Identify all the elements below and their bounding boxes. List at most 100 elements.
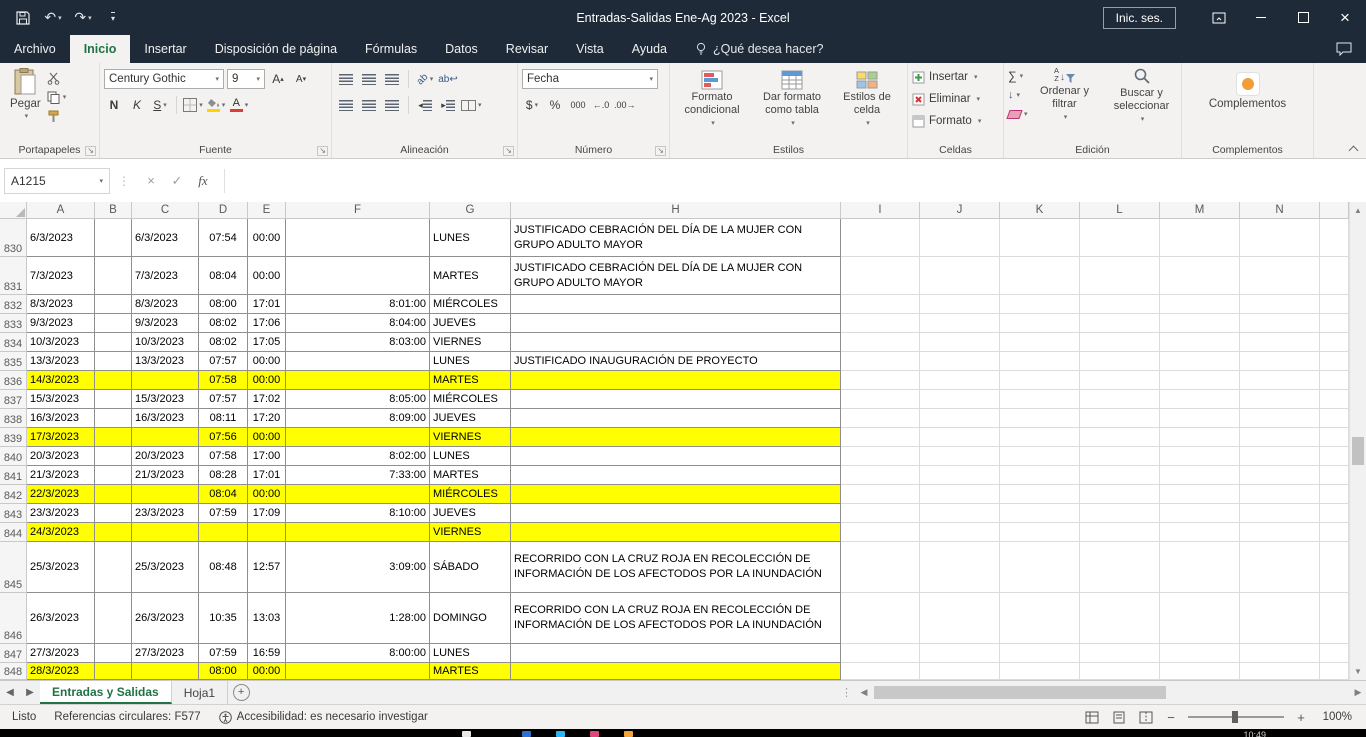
row-header-843[interactable]: 843 bbox=[0, 504, 27, 523]
column-header-A[interactable]: A bbox=[27, 202, 95, 219]
delete-cells-button[interactable]: Eliminar ▾ bbox=[912, 88, 999, 110]
cell-E841[interactable]: 17:01 bbox=[248, 466, 286, 485]
column-header-H[interactable]: H bbox=[511, 202, 841, 219]
cell-J837[interactable] bbox=[920, 390, 1000, 409]
cell-I845[interactable] bbox=[841, 542, 920, 593]
cell-I839[interactable] bbox=[841, 428, 920, 447]
cell-D846[interactable]: 10:35 bbox=[199, 593, 248, 644]
find-select-button[interactable]: Buscar y seleccionar ▾ bbox=[1102, 66, 1182, 142]
column-header-I[interactable]: I bbox=[841, 202, 920, 219]
cell-L845[interactable] bbox=[1080, 542, 1160, 593]
zoom-out-button[interactable]: − bbox=[1164, 710, 1178, 725]
cell-N834[interactable] bbox=[1240, 333, 1320, 352]
cell-partial-847[interactable] bbox=[1320, 644, 1349, 663]
cell-I831[interactable] bbox=[841, 257, 920, 295]
cell-partial-846[interactable] bbox=[1320, 593, 1349, 644]
cell-K844[interactable] bbox=[1000, 523, 1080, 542]
cell-A834[interactable]: 10/3/2023 bbox=[27, 333, 95, 352]
cell-C839[interactable] bbox=[132, 428, 199, 447]
merge-center-button[interactable]: ▾ bbox=[461, 95, 482, 115]
scroll-right-arrow[interactable]: ▶ bbox=[1350, 687, 1366, 698]
cell-B844[interactable] bbox=[95, 523, 132, 542]
taskbar-icon-sliver[interactable] bbox=[590, 731, 599, 737]
percent-format-button[interactable]: % bbox=[545, 95, 565, 115]
cell-G832[interactable]: MIÉRCOLES bbox=[430, 295, 511, 314]
cell-J830[interactable] bbox=[920, 219, 1000, 257]
cell-K838[interactable] bbox=[1000, 409, 1080, 428]
cell-B840[interactable] bbox=[95, 447, 132, 466]
cell-partial-839[interactable] bbox=[1320, 428, 1349, 447]
sheet-nav-left-arrow[interactable]: ◀ bbox=[0, 681, 20, 704]
cell-E836[interactable]: 00:00 bbox=[248, 371, 286, 390]
cell-C847[interactable]: 27/3/2023 bbox=[132, 644, 199, 663]
cell-C831[interactable]: 7/3/2023 bbox=[132, 257, 199, 295]
cell-G842[interactable]: MIÉRCOLES bbox=[430, 485, 511, 504]
cell-I835[interactable] bbox=[841, 352, 920, 371]
cell-A830[interactable]: 6/3/2023 bbox=[27, 219, 95, 257]
accessibility-status[interactable]: Accesibilidad: es necesario investigar bbox=[219, 711, 428, 724]
row-header-847[interactable]: 847 bbox=[0, 644, 27, 663]
cell-J844[interactable] bbox=[920, 523, 1000, 542]
cell-B832[interactable] bbox=[95, 295, 132, 314]
cell-K834[interactable] bbox=[1000, 333, 1080, 352]
row-header-836[interactable]: 836 bbox=[0, 371, 27, 390]
tell-me-search[interactable]: ¿Qué desea hacer? bbox=[681, 35, 838, 63]
currency-format-button[interactable]: $▾ bbox=[522, 95, 542, 115]
cell-F830[interactable] bbox=[286, 219, 430, 257]
font-size-select[interactable]: 9▾ bbox=[227, 69, 265, 89]
cell-K842[interactable] bbox=[1000, 485, 1080, 504]
cell-N840[interactable] bbox=[1240, 447, 1320, 466]
cell-partial-833[interactable] bbox=[1320, 314, 1349, 333]
font-color-button[interactable]: A ▾ bbox=[229, 95, 249, 115]
cell-partial-838[interactable] bbox=[1320, 409, 1349, 428]
row-header-841[interactable]: 841 bbox=[0, 466, 27, 485]
cell-C833[interactable]: 9/3/2023 bbox=[132, 314, 199, 333]
cell-M831[interactable] bbox=[1160, 257, 1240, 295]
cell-D844[interactable] bbox=[199, 523, 248, 542]
cell-A833[interactable]: 9/3/2023 bbox=[27, 314, 95, 333]
cell-G835[interactable]: LUNES bbox=[430, 352, 511, 371]
cell-M840[interactable] bbox=[1160, 447, 1240, 466]
normal-view-button[interactable] bbox=[1083, 709, 1100, 725]
cell-N838[interactable] bbox=[1240, 409, 1320, 428]
sheet-nav-right-arrow[interactable]: ▶ bbox=[20, 681, 40, 704]
cell-partial-842[interactable] bbox=[1320, 485, 1349, 504]
cell-H834[interactable] bbox=[511, 333, 841, 352]
undo-button[interactable]: ↶▾ bbox=[40, 5, 66, 31]
cell-partial-832[interactable] bbox=[1320, 295, 1349, 314]
new-sheet-button[interactable]: + bbox=[228, 681, 254, 704]
cell-C838[interactable]: 16/3/2023 bbox=[132, 409, 199, 428]
cell-E845[interactable]: 12:57 bbox=[248, 542, 286, 593]
cell-G838[interactable]: JUEVES bbox=[430, 409, 511, 428]
align-bottom-button[interactable] bbox=[382, 69, 402, 89]
insert-function-button[interactable]: fx bbox=[190, 169, 216, 193]
number-format-select[interactable]: Fecha▾ bbox=[522, 69, 658, 89]
cell-B833[interactable] bbox=[95, 314, 132, 333]
fill-color-button[interactable]: ▾ bbox=[206, 95, 226, 115]
cell-G844[interactable]: VIERNES bbox=[430, 523, 511, 542]
dialog-launcher-icon[interactable]: ↘ bbox=[655, 146, 666, 156]
cell-E839[interactable]: 00:00 bbox=[248, 428, 286, 447]
cell-H833[interactable] bbox=[511, 314, 841, 333]
font-name-select[interactable]: Century Gothic▾ bbox=[104, 69, 224, 89]
underline-button[interactable]: S▾ bbox=[150, 95, 170, 115]
cell-C843[interactable]: 23/3/2023 bbox=[132, 504, 199, 523]
cell-H832[interactable] bbox=[511, 295, 841, 314]
row-header-848[interactable]: 848 bbox=[0, 663, 27, 680]
cell-F839[interactable] bbox=[286, 428, 430, 447]
cell-F832[interactable]: 8:01:00 bbox=[286, 295, 430, 314]
cell-L847[interactable] bbox=[1080, 644, 1160, 663]
tab-disposicion[interactable]: Disposición de página bbox=[201, 35, 351, 63]
row-header-840[interactable]: 840 bbox=[0, 447, 27, 466]
italic-button[interactable]: K bbox=[127, 95, 147, 115]
column-header-L[interactable]: L bbox=[1080, 202, 1160, 219]
cell-M838[interactable] bbox=[1160, 409, 1240, 428]
cell-G840[interactable]: LUNES bbox=[430, 447, 511, 466]
cell-I838[interactable] bbox=[841, 409, 920, 428]
cell-M834[interactable] bbox=[1160, 333, 1240, 352]
cell-E830[interactable]: 00:00 bbox=[248, 219, 286, 257]
cell-F831[interactable] bbox=[286, 257, 430, 295]
cell-N831[interactable] bbox=[1240, 257, 1320, 295]
cell-J835[interactable] bbox=[920, 352, 1000, 371]
zoom-slider[interactable] bbox=[1188, 716, 1284, 718]
